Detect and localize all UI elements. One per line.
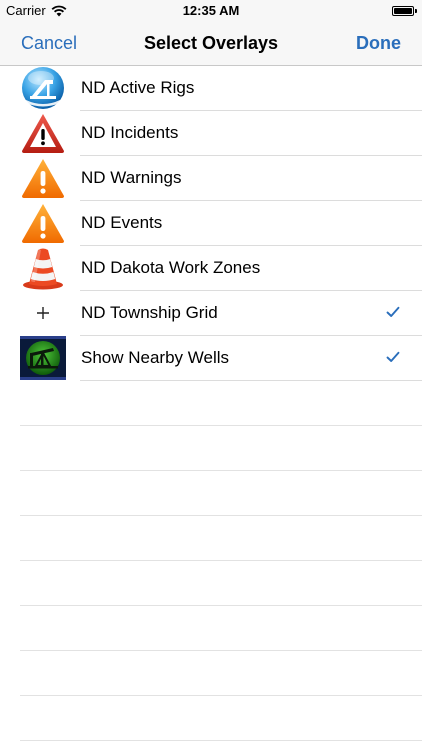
status-bar: Carrier 12:35 AM [0, 0, 422, 22]
overlay-label: ND Events [81, 213, 163, 232]
overlay-row-events[interactable]: ND Events [0, 201, 422, 246]
empty-list-area [0, 381, 422, 741]
traffic-cone-icon [20, 246, 66, 290]
overlay-row-active-rigs[interactable]: ND Active Rigs [0, 66, 422, 111]
orange-warning-icon [20, 156, 66, 200]
checkmark-icon [386, 306, 400, 317]
empty-row [0, 651, 422, 696]
nav-bar: Cancel Select Overlays Done [0, 22, 422, 66]
empty-row [0, 561, 422, 606]
empty-row [0, 516, 422, 561]
overlay-row-nearby-wells[interactable]: Show Nearby Wells [0, 336, 422, 381]
status-time: 12:35 AM [182, 3, 240, 18]
overlay-label: ND Dakota Work Zones [81, 258, 261, 277]
empty-row [0, 381, 422, 426]
empty-row [0, 426, 422, 471]
done-button[interactable]: Done [356, 33, 401, 54]
overlay-row-work-zones[interactable]: ND Dakota Work Zones [0, 246, 422, 291]
overlay-label: Show Nearby Wells [81, 348, 230, 367]
battery-icon [392, 6, 414, 16]
checkmark-icon [386, 351, 400, 362]
overlay-label: ND Warnings [81, 168, 182, 187]
overlay-row-township-grid[interactable]: ND Township Grid [0, 291, 422, 336]
overlay-list: ND Active Rigs ND Incidents ND Warnings … [0, 66, 422, 381]
red-warning-icon [20, 111, 66, 155]
cancel-button[interactable]: Cancel [21, 33, 77, 54]
empty-row [0, 606, 422, 651]
battery-cap [415, 9, 417, 13]
overlay-label: ND Township Grid [81, 303, 218, 322]
orange-warning-icon [20, 201, 66, 245]
overlay-row-warnings[interactable]: ND Warnings [0, 156, 422, 201]
overlay-label: ND Incidents [81, 123, 179, 142]
overlay-row-incidents[interactable]: ND Incidents [0, 111, 422, 156]
pumpjack-icon [20, 336, 66, 380]
empty-row [0, 696, 422, 741]
overlay-label: ND Active Rigs [81, 78, 195, 97]
plus-icon [20, 291, 66, 335]
oil-rig-icon [20, 66, 66, 110]
empty-row [0, 471, 422, 516]
